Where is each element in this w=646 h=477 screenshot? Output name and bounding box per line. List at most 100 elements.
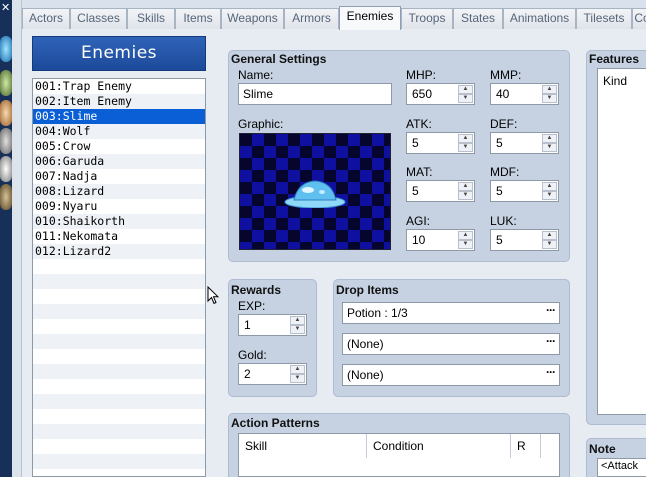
column-header-skill[interactable]: Skill	[239, 434, 367, 458]
rewards-title: Rewards	[231, 283, 282, 297]
list-item[interactable]: 002:Item Enemy	[33, 94, 205, 109]
tab-classes[interactable]: Classes	[70, 8, 127, 29]
general-settings-title: General Settings	[231, 52, 327, 66]
drop-item-2[interactable]: (None) ···	[342, 333, 560, 355]
drop-item-1[interactable]: Potion : 1/3 ···	[342, 302, 560, 324]
list-item-empty[interactable]	[33, 274, 205, 289]
features-table[interactable]: Kind	[597, 68, 646, 415]
thumbnail-icon	[0, 156, 12, 182]
tab-weapons[interactable]: Weapons	[221, 8, 284, 29]
thumbnail-icon	[0, 100, 12, 126]
luk-spinner[interactable]: 5 ▲ ▼	[490, 229, 559, 251]
tab-enemies[interactable]: Enemies	[339, 6, 401, 30]
list-item[interactable]: 003:Slime	[33, 109, 205, 124]
exp-spinner[interactable]: 1 ▲ ▼	[238, 314, 307, 336]
spin-down-icon[interactable]: ▼	[542, 240, 557, 249]
close-icon[interactable]: ✕	[1, 2, 11, 14]
gold-label: Gold:	[238, 348, 267, 362]
ellipsis-icon[interactable]: ···	[546, 300, 556, 320]
list-item[interactable]: 008:Lizard	[33, 184, 205, 199]
spin-down-icon[interactable]: ▼	[290, 374, 305, 383]
tab-tilesets[interactable]: Tilesets	[576, 8, 632, 29]
drop-item-3[interactable]: (None) ···	[342, 364, 560, 386]
list-item[interactable]: 009:Nyaru	[33, 199, 205, 214]
drop-item-2-value: (None)	[347, 337, 384, 351]
list-item[interactable]: 010:Shaikorth	[33, 214, 205, 229]
name-label: Name:	[238, 68, 274, 82]
spin-up-icon[interactable]: ▲	[542, 85, 557, 94]
list-item-empty[interactable]	[33, 379, 205, 394]
list-item-empty[interactable]	[33, 424, 205, 439]
spin-up-icon[interactable]: ▲	[290, 365, 305, 374]
enemy-graphic[interactable]	[239, 133, 391, 250]
list-item-empty[interactable]	[33, 259, 205, 274]
spin-up-icon[interactable]: ▲	[458, 134, 473, 143]
mat-value: 5	[412, 184, 419, 198]
spin-up-icon[interactable]: ▲	[458, 182, 473, 191]
spin-up-icon[interactable]: ▲	[542, 134, 557, 143]
list-item[interactable]: 004:Wolf	[33, 124, 205, 139]
gold-spinner[interactable]: 2 ▲ ▼	[238, 363, 307, 385]
mhp-spinner[interactable]: 650 ▲ ▼	[406, 83, 475, 105]
spin-up-icon[interactable]: ▲	[458, 85, 473, 94]
spin-down-icon[interactable]: ▼	[458, 143, 473, 152]
action-patterns-table[interactable]: Skill Condition R	[238, 433, 560, 477]
thumbnail-icon	[0, 70, 12, 96]
mat-label: MAT:	[406, 165, 433, 179]
mat-spinner[interactable]: 5 ▲ ▼	[406, 180, 475, 202]
spin-down-icon[interactable]: ▼	[458, 191, 473, 200]
list-item[interactable]: 006:Garuda	[33, 154, 205, 169]
column-header-rating[interactable]: R	[511, 434, 541, 458]
tab-troops[interactable]: Troops	[401, 8, 453, 29]
spin-up-icon[interactable]: ▲	[290, 316, 305, 325]
list-item[interactable]: 012:Lizard2	[33, 244, 205, 259]
list-item-empty[interactable]	[33, 439, 205, 454]
tab-armors[interactable]: Armors	[284, 8, 339, 29]
list-item-empty[interactable]	[33, 319, 205, 334]
window-frame	[12, 0, 22, 477]
list-item-empty[interactable]	[33, 454, 205, 469]
spin-down-icon[interactable]: ▼	[542, 94, 557, 103]
list-item[interactable]: 011:Nekomata	[33, 229, 205, 244]
note-textarea[interactable]: <Attack	[597, 458, 646, 477]
def-spinner[interactable]: 5 ▲ ▼	[490, 132, 559, 154]
tab-common-events[interactable]: Co	[632, 8, 646, 29]
list-item[interactable]: 007:Nadja	[33, 169, 205, 184]
mdf-spinner[interactable]: 5 ▲ ▼	[490, 180, 559, 202]
tab-items[interactable]: Items	[175, 8, 221, 29]
ellipsis-icon[interactable]: ···	[546, 362, 556, 382]
spin-down-icon[interactable]: ▼	[542, 191, 557, 200]
name-field[interactable]: Slime	[238, 83, 392, 105]
spin-down-icon[interactable]: ▼	[458, 240, 473, 249]
atk-spinner[interactable]: 5 ▲ ▼	[406, 132, 475, 154]
list-item[interactable]: 001:Trap Enemy	[33, 79, 205, 94]
agi-spinner[interactable]: 10 ▲ ▼	[406, 229, 475, 251]
list-item-empty[interactable]	[33, 394, 205, 409]
list-item-empty[interactable]	[33, 304, 205, 319]
tab-skills[interactable]: Skills	[127, 8, 175, 29]
mmp-spinner[interactable]: 40 ▲ ▼	[490, 83, 559, 105]
spin-down-icon[interactable]: ▼	[542, 143, 557, 152]
spin-down-icon[interactable]: ▼	[290, 325, 305, 334]
spin-up-icon[interactable]: ▲	[542, 182, 557, 191]
def-label: DEF:	[490, 117, 518, 131]
list-item-empty[interactable]	[33, 364, 205, 379]
tab-states[interactable]: States	[453, 8, 503, 29]
list-item[interactable]: 005:Crow	[33, 139, 205, 154]
list-item-empty[interactable]	[33, 409, 205, 424]
mdf-value: 5	[496, 184, 503, 198]
list-item-empty[interactable]	[33, 334, 205, 349]
enemies-list[interactable]: 001:Trap Enemy 002:Item Enemy 003:Slime 004…	[32, 78, 206, 477]
drop-item-1-value: Potion : 1/3	[347, 306, 408, 320]
list-item-empty[interactable]	[33, 289, 205, 304]
luk-label: LUK:	[490, 214, 517, 228]
tab-animations[interactable]: Animations	[503, 8, 576, 29]
spin-down-icon[interactable]: ▼	[458, 94, 473, 103]
ellipsis-icon[interactable]: ···	[546, 331, 556, 351]
column-header-condition[interactable]: Condition	[367, 434, 511, 458]
spin-up-icon[interactable]: ▲	[542, 231, 557, 240]
column-header-kind[interactable]: Kind	[603, 74, 627, 88]
tab-actors[interactable]: Actors	[22, 8, 70, 29]
spin-up-icon[interactable]: ▲	[458, 231, 473, 240]
list-item-empty[interactable]	[33, 349, 205, 364]
